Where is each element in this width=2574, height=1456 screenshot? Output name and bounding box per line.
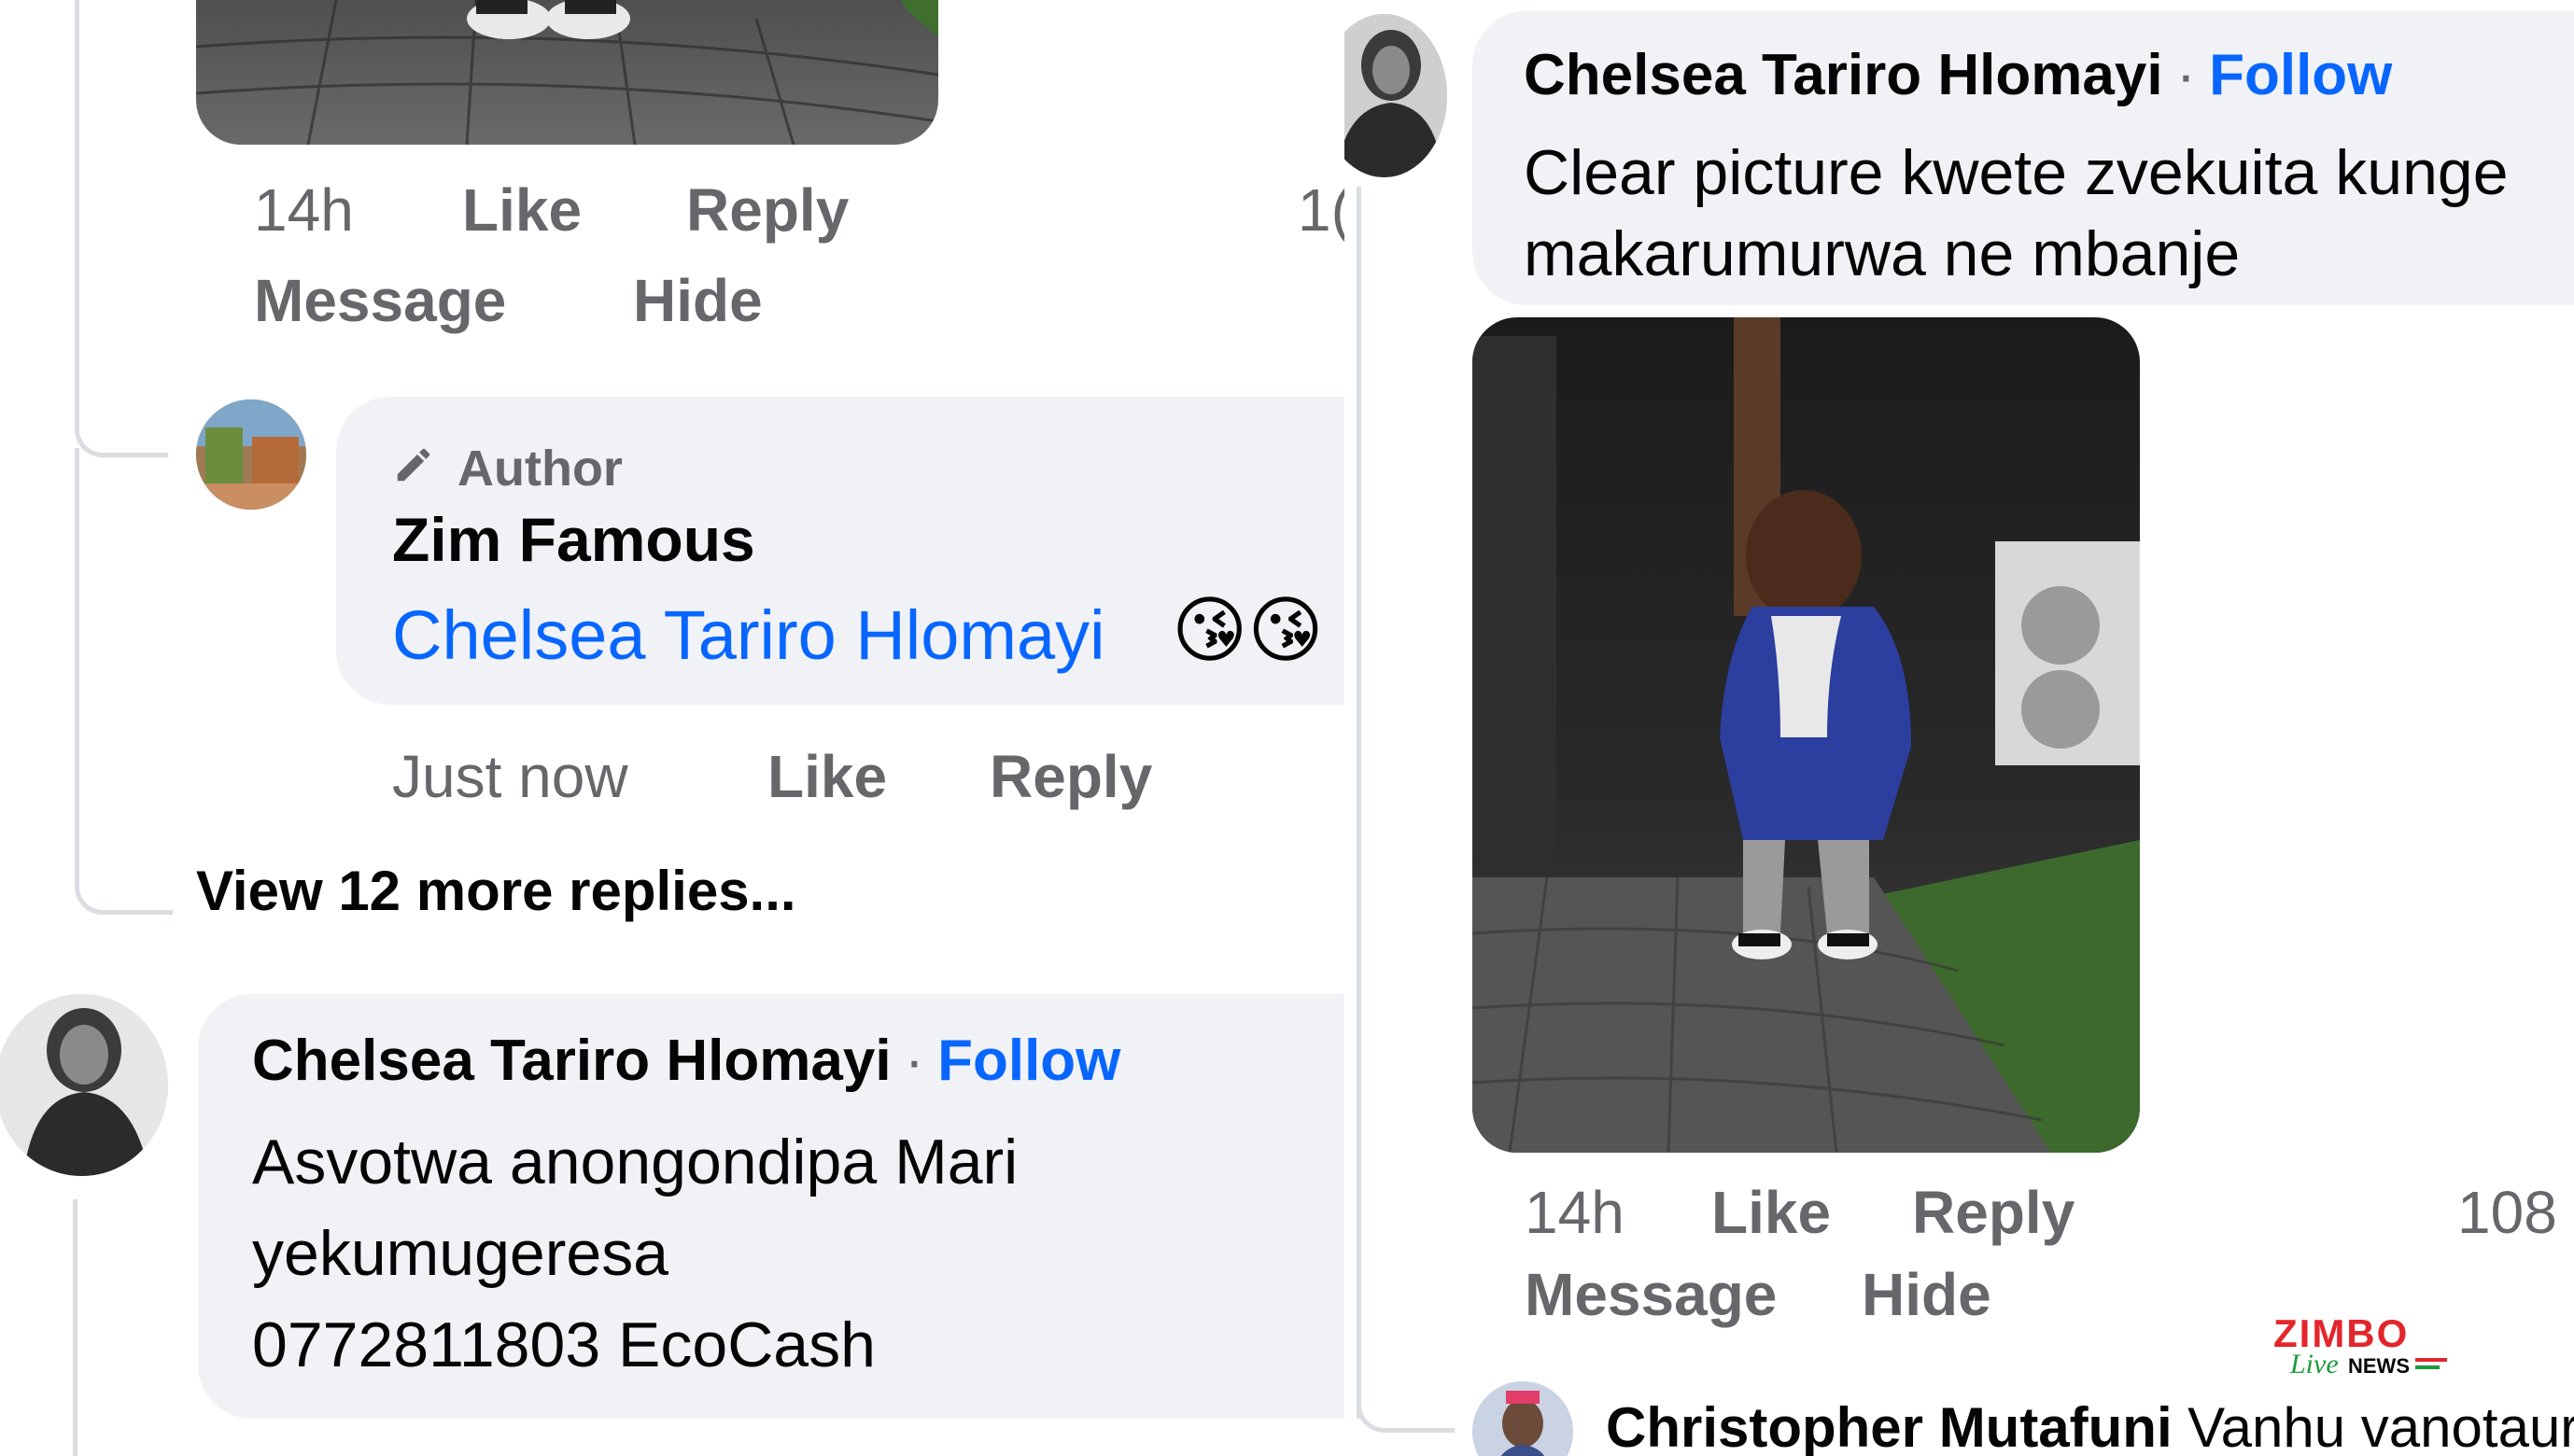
follow-button[interactable]: Follow — [2209, 43, 2392, 107]
like-button[interactable]: Like — [1711, 1178, 1831, 1247]
photo-illustration — [1472, 317, 2140, 1153]
logo-live: Live — [2290, 1349, 2339, 1379]
comment-text-line: makarumurwa ne mbanje — [1524, 218, 2241, 289]
comment-bubble: Chelsea Tariro Hlomayi · Follow Asvotwa … — [198, 994, 1344, 1419]
reply-button[interactable]: Reply — [686, 175, 849, 245]
commenter-name[interactable]: Chelsea Tariro Hlomayi — [252, 1029, 892, 1093]
avatar-image — [196, 399, 306, 510]
right-comment-panel: Chelsea Tariro Hlomayi · Follow Clear pi… — [1344, 0, 2574, 1456]
thread-connector — [75, 378, 168, 457]
emoji-text: 😘😘 — [1172, 589, 1324, 671]
message-button[interactable]: Message — [254, 266, 506, 335]
thread-line — [1357, 187, 1361, 1419]
comment-photo[interactable] — [196, 0, 938, 145]
logo-stripe — [2415, 1365, 2440, 1369]
like-button[interactable]: Like — [767, 742, 887, 811]
separator: · — [2176, 43, 2196, 107]
comment-text-line: Clear picture kwete zvekuita kunge — [1524, 137, 2509, 208]
message-button[interactable]: Message — [1525, 1260, 1777, 1329]
separator: · — [905, 1029, 924, 1093]
avatar[interactable] — [0, 994, 168, 1176]
comment-timestamp: 14h — [254, 176, 354, 244]
avatar-image — [1344, 14, 1447, 177]
commenter-name[interactable]: Christopher Mutafuni — [1606, 1396, 2173, 1456]
comment-bubble: Chelsea Tariro Hlomayi · Follow Clear pi… — [1472, 11, 2574, 305]
comment-text-line: Asvotwa anongondipa Mari — [252, 1127, 1019, 1197]
logo-news: NEWS — [2348, 1354, 2410, 1378]
comment-text-line: 0772811803 EcoCash — [252, 1309, 876, 1380]
avatar-image — [1472, 1381, 1573, 1456]
thread-connector — [1357, 1363, 1455, 1433]
thread-line — [75, 0, 79, 378]
thread-line — [73, 1199, 77, 1456]
commenter-name[interactable]: Zim Famous — [392, 504, 755, 575]
author-reply-bubble: Author Zim Famous Chelsea Tariro Hlomayi… — [336, 397, 1344, 705]
comment-timestamp: 14h — [1525, 1179, 1625, 1246]
reply-button[interactable]: Reply — [990, 742, 1152, 811]
follow-button[interactable]: Follow — [937, 1029, 1120, 1093]
zimbo-live-news-logo: ZIMBO Live NEWS — [2273, 1311, 2451, 1386]
pencil-icon — [397, 448, 430, 482]
photo-illustration — [196, 0, 938, 145]
logo-stripe — [2415, 1358, 2447, 1362]
reply-button[interactable]: Reply — [1912, 1178, 2075, 1247]
hide-button[interactable]: Hide — [633, 266, 763, 335]
mention-link[interactable]: Chelsea Tariro Hlomayi — [392, 595, 1105, 675]
avatar[interactable] — [196, 399, 306, 510]
reaction-count: 108 — [2457, 1179, 2557, 1246]
reaction-count: 1( — [1298, 176, 1344, 244]
author-badge: Author — [457, 441, 623, 497]
comment-text-preview: Vanhu vanotaura — [2187, 1396, 2574, 1456]
comment-text-line: yekumugeresa — [252, 1218, 669, 1289]
hide-button[interactable]: Hide — [1862, 1260, 1991, 1329]
left-comment-panel: 14h Like Reply 1( Message Hide Author Zi… — [0, 0, 1344, 1456]
commenter-name[interactable]: Chelsea Tariro Hlomayi — [1524, 43, 2163, 107]
reply-timestamp: Just now — [392, 743, 628, 810]
comment-photo[interactable] — [1472, 317, 2140, 1153]
view-more-replies-link[interactable]: View 12 more replies... — [196, 859, 796, 923]
avatar[interactable] — [1472, 1381, 1573, 1456]
like-button[interactable]: Like — [462, 175, 582, 245]
avatar[interactable] — [1344, 14, 1447, 177]
avatar-image — [0, 994, 168, 1176]
thread-connector — [75, 845, 173, 915]
thread-line — [75, 448, 79, 849]
